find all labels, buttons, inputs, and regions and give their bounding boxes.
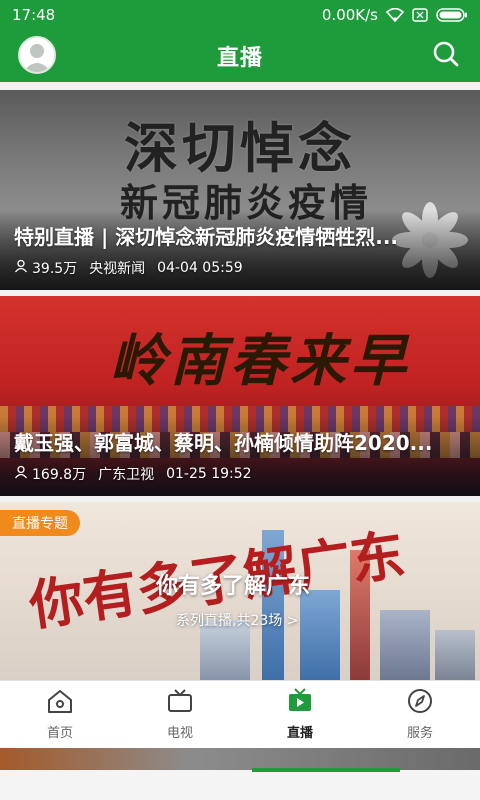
live-topic-badge: 直播专题 <box>0 510 80 536</box>
skyline-building <box>300 590 340 680</box>
status-right: 0.00K/s <box>322 6 468 24</box>
tv-icon <box>166 688 194 718</box>
nav-item-service[interactable]: 服务 <box>360 681 480 748</box>
scroll-indicator <box>252 768 400 772</box>
app-header: 直播 <box>0 30 480 82</box>
viewer-count: 39.5万 <box>14 258 77 278</box>
home-icon <box>46 688 74 718</box>
search-icon <box>432 40 460 72</box>
topic-subtitle[interactable]: 系列直播,共23场 > <box>176 610 298 630</box>
topic-title: 你有多了解广东 <box>156 574 311 599</box>
card-meta: 39.5万 央视新闻 04-04 05:59 <box>14 258 243 278</box>
channel-name: 央视新闻 <box>89 261 146 277</box>
live-card[interactable]: 深切悼念 新冠肺炎疫情 特别直播 | 深切悼念新冠肺炎疫情牺牲烈... 39.5… <box>0 90 480 290</box>
network-speed: 0.00K/s <box>321 6 378 24</box>
card-thumbnail-text: 岭南春来早 <box>110 328 410 394</box>
card-title: 特别直播 | 深切悼念新冠肺炎疫情牺牲烈... <box>14 225 399 249</box>
broadcast-time: 04-04 05:59 <box>157 260 243 276</box>
topic-card[interactable]: 你有多了解广东 直播专题 你有多了解广东 系列直播,共23场 > <box>0 502 480 680</box>
battery-icon <box>436 8 468 22</box>
status-time: 17:48 <box>12 6 56 24</box>
nav-label-home: 首页 <box>46 726 73 741</box>
nav-label-service: 服务 <box>406 726 433 741</box>
search-button[interactable] <box>430 40 462 72</box>
nav-item-tv[interactable]: 电视 <box>120 681 240 748</box>
card-title: 戴玉强、郭富城、蔡明、孙楠倾情助阵2020... <box>14 431 433 455</box>
viewer-count: 169.8万 <box>14 464 86 484</box>
channel-name: 广东卫视 <box>98 467 155 483</box>
compass-icon <box>406 688 434 718</box>
bottom-nav: 首页 电视 直播 服务 <box>0 680 480 748</box>
status-bar: 17:48 0.00K/s <box>0 0 480 30</box>
person-icon <box>14 259 28 277</box>
skyline-building <box>380 610 430 680</box>
live-icon <box>286 688 314 718</box>
viewer-count-text: 169.8万 <box>32 467 87 483</box>
card-meta: 169.8万 广东卫视 01-25 19:52 <box>14 464 252 484</box>
no-sim-icon <box>412 8 428 22</box>
nav-item-home[interactable]: 首页 <box>0 681 120 748</box>
avatar[interactable] <box>18 36 56 74</box>
live-card[interactable]: 岭南春来早 戴玉强、郭富城、蔡明、孙楠倾情助阵2020... 169.8万 广东… <box>0 296 480 496</box>
broadcast-time: 01-25 19:52 <box>166 466 252 482</box>
nav-label-tv: 电视 <box>166 726 193 741</box>
nav-label-live: 直播 <box>286 726 313 741</box>
next-card-strip <box>0 748 480 770</box>
person-icon <box>14 465 28 483</box>
page-title: 直播 <box>216 46 263 71</box>
viewer-count-text: 39.5万 <box>32 261 78 277</box>
wifi-icon <box>386 8 404 22</box>
skyline-building <box>435 630 475 680</box>
live-feed: 深切悼念 新冠肺炎疫情 特别直播 | 深切悼念新冠肺炎疫情牺牲烈... 39.5… <box>0 86 480 680</box>
next-card-peek <box>0 748 480 800</box>
nav-item-live[interactable]: 直播 <box>240 681 360 748</box>
